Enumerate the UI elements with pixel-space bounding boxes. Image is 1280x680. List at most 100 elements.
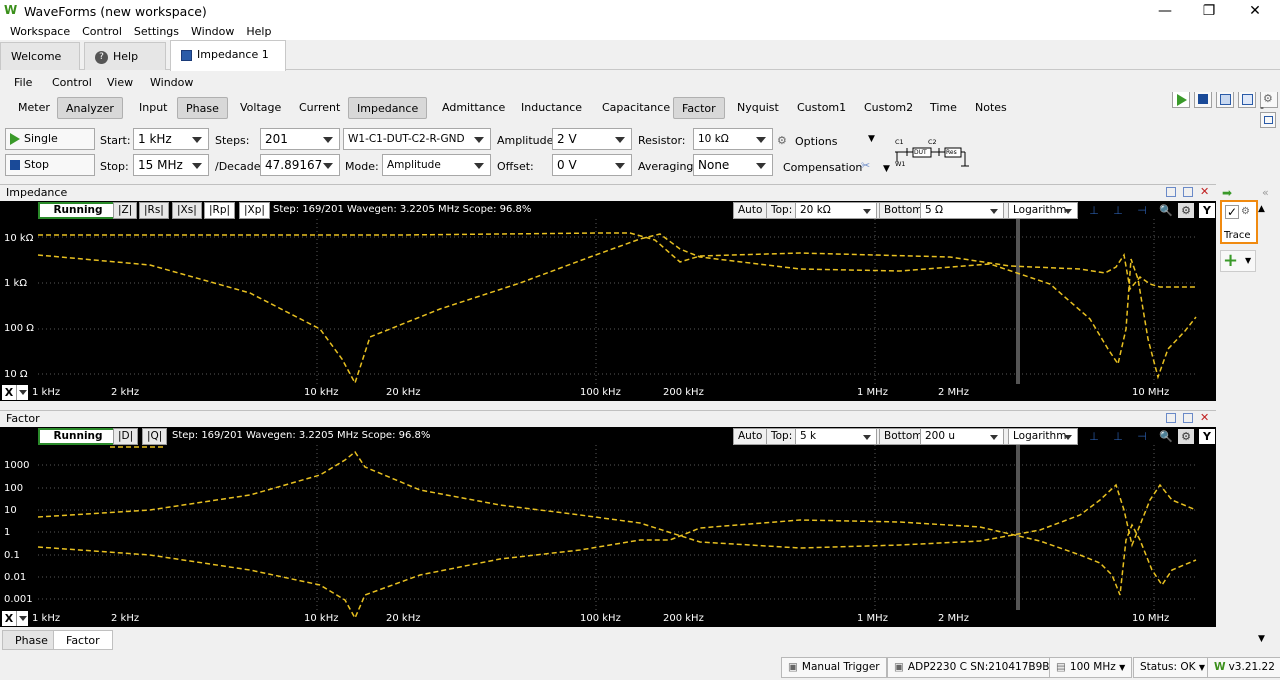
options-button[interactable]: Options <box>795 135 837 148</box>
panel-maximize-icon[interactable] <box>1183 413 1193 423</box>
tab-inductance[interactable]: Inductance <box>513 97 590 119</box>
tab-custom1[interactable]: Custom1 <box>789 97 854 119</box>
x-axis-dropdown[interactable] <box>16 611 28 626</box>
impedance-plot[interactable]: Running |Z| |Rs| |Xs| |Rp| |Xp| Step: 16… <box>0 201 1216 401</box>
menu-window[interactable]: Window <box>191 25 234 38</box>
vertical-cursor-icon[interactable]: ⊣ <box>1134 429 1150 444</box>
menu-instrument-control[interactable]: Control <box>52 76 92 89</box>
tab-impedance[interactable]: Impedance <box>348 97 428 119</box>
single-button[interactable]: Single <box>5 128 95 150</box>
averaging-select[interactable]: None <box>693 154 773 176</box>
x-axis-button[interactable]: X <box>2 385 16 400</box>
plot-settings-icon[interactable]: ⚙ <box>1178 429 1194 444</box>
vertical-cursor-icon[interactable]: ⊣ <box>1134 203 1150 218</box>
compensation-button[interactable]: Compensation <box>783 161 862 174</box>
resistor-select[interactable]: 10 kΩ <box>693 128 773 150</box>
factor-scale-select[interactable]: Logarithm <box>1008 428 1078 445</box>
steps-select[interactable]: 201 <box>260 128 340 150</box>
impedance-scale-select[interactable]: Logarithm <box>1008 202 1078 219</box>
tab-impedance-1[interactable]: Impedance 1 X <box>170 40 286 89</box>
tab-current[interactable]: Current <box>291 97 348 119</box>
scroll-down-icon[interactable]: ▼ <box>1258 634 1265 644</box>
view-tabs-menu[interactable]: - <box>1252 97 1272 119</box>
clock-selector[interactable]: ▤ 100 MHz ▼ <box>1049 657 1133 678</box>
menu-view[interactable]: View <box>107 76 133 89</box>
y-axis-button[interactable]: Y <box>1199 429 1215 444</box>
menu-settings[interactable]: Settings <box>134 25 179 38</box>
horizontal-cursor-icon[interactable]: ⊥ <box>1110 203 1126 218</box>
chip-d[interactable]: |D| <box>113 428 139 445</box>
stop-frequency-select[interactable]: 15 MHz <box>133 154 209 176</box>
y-axis-button[interactable]: Y <box>1199 203 1215 218</box>
adapter-config-select[interactable]: W1-C1-DUT-C2-R-GND <box>343 128 491 150</box>
tab-analyzer[interactable]: Analyzer <box>57 97 123 119</box>
plot-settings-icon[interactable]: ⚙ <box>1178 203 1194 218</box>
tab-phase[interactable]: Phase <box>177 97 228 119</box>
panel-close-icon[interactable]: ✕ <box>1200 185 1209 198</box>
tab-capacitance[interactable]: Capacitance <box>594 97 678 119</box>
factor-running-status[interactable]: Running <box>38 428 118 445</box>
decade-select[interactable]: 47.89167 <box>260 154 340 176</box>
impedance-auto-button[interactable]: Auto <box>733 202 768 219</box>
mode-select[interactable]: Amplitude <box>382 154 491 176</box>
panel-undock-icon[interactable] <box>1166 413 1176 423</box>
version-button[interactable]: Wv3.21.22 <box>1207 657 1280 678</box>
tab-notes[interactable]: Notes <box>967 97 1015 119</box>
chip-q[interactable]: |Q| <box>142 428 168 445</box>
factor-plot[interactable]: Running |D| |Q| Step: 169/201 Wavegen: 3… <box>0 427 1216 627</box>
manual-trigger-button[interactable]: ▣ Manual Trigger <box>781 657 887 678</box>
chip-xp[interactable]: |Xp| <box>239 202 270 219</box>
maximize-button[interactable]: ❐ <box>1199 2 1219 20</box>
options-dropdown-icon[interactable]: ▼ <box>868 134 875 144</box>
status-indicator[interactable]: Status: OK ▼ <box>1133 657 1212 678</box>
tab-help[interactable]: ? Help <box>84 42 166 70</box>
tab-time[interactable]: Time <box>922 97 965 119</box>
chip-xs[interactable]: |Xs| <box>172 202 202 219</box>
panel-close-icon[interactable]: ✕ <box>1200 411 1209 424</box>
tab-custom2[interactable]: Custom2 <box>856 97 921 119</box>
chip-z[interactable]: |Z| <box>113 202 138 219</box>
menu-help[interactable]: Help <box>246 25 271 38</box>
tab-input[interactable]: Input <box>131 97 175 119</box>
horizontal-cursor-icon[interactable]: ⊥ <box>1110 429 1126 444</box>
panel-undock-icon[interactable] <box>1166 187 1176 197</box>
factor-auto-button[interactable]: Auto <box>733 428 768 445</box>
tab-welcome[interactable]: Welcome+ <box>0 42 80 90</box>
close-window-button[interactable]: ✕ <box>1245 2 1265 20</box>
menu-control[interactable]: Control <box>82 25 122 38</box>
amplitude-select[interactable]: 2 V <box>552 128 632 150</box>
menu-file[interactable]: File <box>14 76 32 89</box>
trace-button[interactable]: ✓ ⚙ Trace <box>1220 200 1258 244</box>
tab-factor[interactable]: Factor <box>673 97 725 119</box>
cursor-tool-icon[interactable]: ⊥ <box>1086 429 1102 444</box>
tab-voltage[interactable]: Voltage <box>232 97 289 119</box>
bottom-tab-factor[interactable]: Factor <box>53 630 113 650</box>
chip-rs[interactable]: |Rs| <box>139 202 169 219</box>
factor-bottom-select[interactable]: 200 u <box>920 428 1004 445</box>
scroll-up-icon[interactable]: ▲ <box>1258 204 1265 214</box>
chip-rp[interactable]: |Rp| <box>204 202 236 219</box>
menu-workspace[interactable]: Workspace <box>10 25 70 38</box>
offset-select[interactable]: 0 V <box>552 154 632 176</box>
zoom-icon[interactable]: 🔍 <box>1158 203 1174 218</box>
x-axis-dropdown[interactable] <box>16 385 28 400</box>
tab-nyquist[interactable]: Nyquist <box>729 97 787 119</box>
start-frequency-select[interactable]: 1 kHz <box>133 128 209 150</box>
collapse-icon[interactable]: « <box>1262 186 1269 199</box>
add-trace-button[interactable]: + ▼ <box>1220 250 1256 272</box>
cursor-tool-icon[interactable]: ⊥ <box>1086 203 1102 218</box>
factor-top-select[interactable]: 5 k <box>795 428 877 445</box>
impedance-top-select[interactable]: 20 kΩ <box>795 202 877 219</box>
impedance-bottom-select[interactable]: 5 Ω <box>920 202 1004 219</box>
impedance-running-status[interactable]: Running <box>38 202 118 219</box>
tab-meter[interactable]: Meter <box>10 97 58 119</box>
panel-maximize-icon[interactable] <box>1183 187 1193 197</box>
arrow-right-icon[interactable]: ➡ <box>1222 186 1232 200</box>
x-axis-button[interactable]: X <box>2 611 16 626</box>
tab-admittance[interactable]: Admittance <box>434 97 513 119</box>
zoom-icon[interactable]: 🔍 <box>1158 429 1174 444</box>
compensation-dropdown-icon[interactable]: ▼ <box>883 164 890 174</box>
minimize-button[interactable]: — <box>1155 2 1175 20</box>
menu-instrument-window[interactable]: Window <box>150 76 193 89</box>
stop-sweep-button[interactable]: Stop <box>5 154 95 176</box>
